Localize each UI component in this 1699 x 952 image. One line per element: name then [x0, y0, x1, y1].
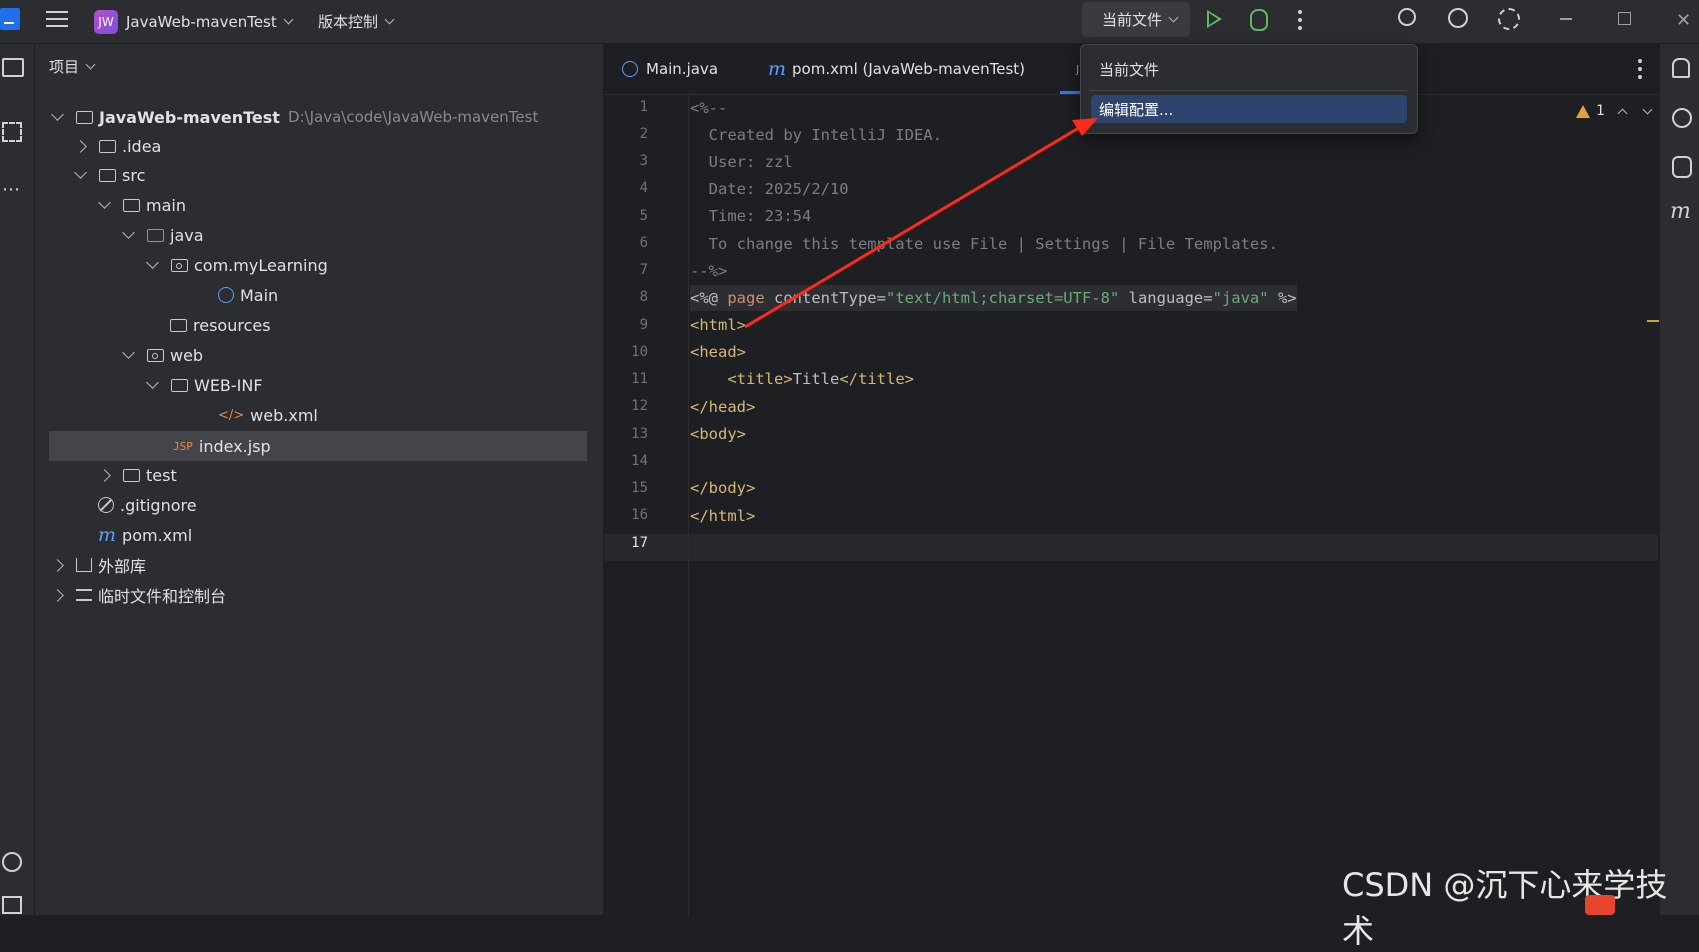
ime-logo-icon [1585, 895, 1615, 915]
watermark: CSDN @沉下心来学技术 [1342, 866, 1668, 950]
annotation-arrow [744, 118, 1098, 329]
arrow-head [1072, 118, 1098, 136]
arrow-shaft [744, 124, 1083, 329]
